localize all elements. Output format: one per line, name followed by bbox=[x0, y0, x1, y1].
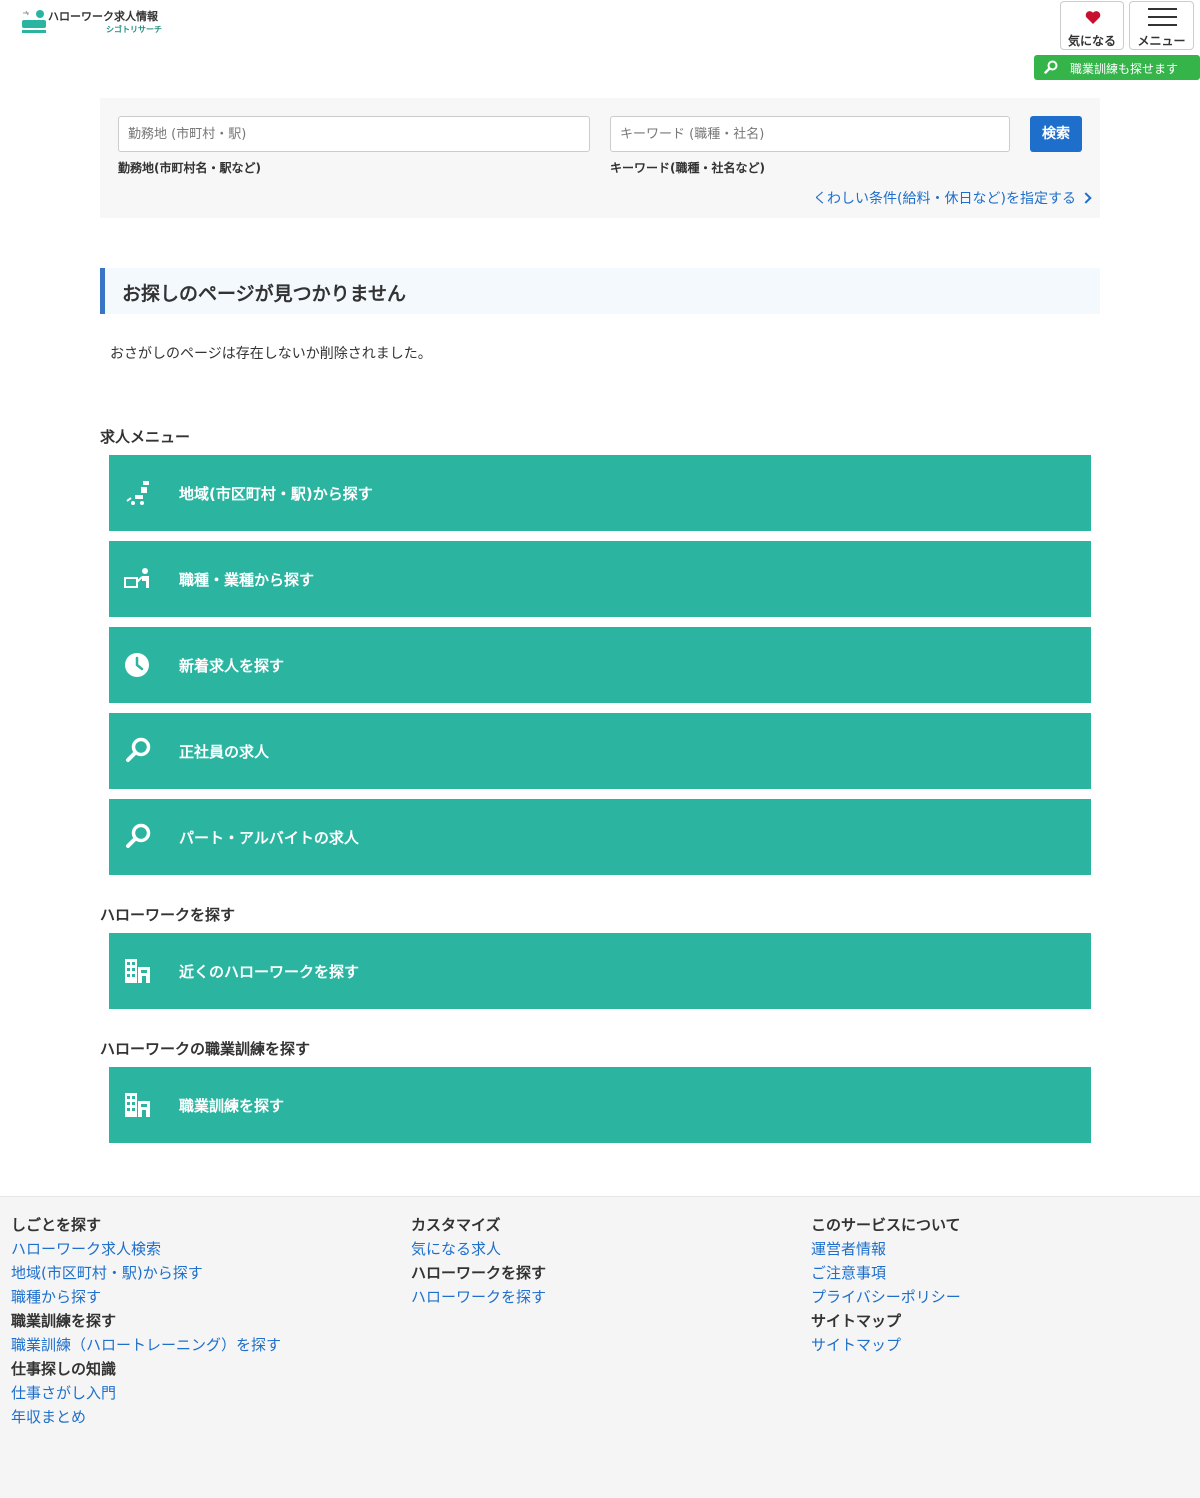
keyword-hint: キーワード(職種・社名など) bbox=[610, 161, 765, 175]
footer-link[interactable]: プライバシーポリシー bbox=[811, 1285, 961, 1309]
footer-column-jobs: しごとを探す ハローワーク求人検索 地域(市区町村・駅)から探す 職種から探す … bbox=[11, 1213, 281, 1429]
training-section-title: ハローワークの職業訓練を探す bbox=[100, 1040, 311, 1058]
footer-link[interactable]: 地域(市区町村・駅)から探す bbox=[11, 1261, 281, 1285]
menu-item-training[interactable]: 職業訓練を探す bbox=[109, 1067, 1091, 1143]
search-button[interactable]: 検索 bbox=[1030, 116, 1082, 152]
footer-link[interactable]: 気になる求人 bbox=[411, 1237, 546, 1261]
clock-icon bbox=[125, 653, 149, 677]
menu-button[interactable]: メニュー bbox=[1129, 1, 1194, 50]
job-menu-title: 求人メニュー bbox=[100, 428, 191, 446]
worker-icon bbox=[124, 568, 149, 588]
search-panel: 勤務地(市町村名・駅など) キーワード(職種・社名など) 検索 くわしい条件(給… bbox=[100, 98, 1100, 218]
detailed-conditions-label: くわしい条件(給料・休日など)を指定する bbox=[813, 191, 1076, 207]
menu-item-label: 職種・業種から探す bbox=[179, 571, 315, 589]
search-icon bbox=[126, 737, 151, 762]
footer-heading: カスタマイズ bbox=[411, 1216, 501, 1234]
footer-heading: しごとを探す bbox=[11, 1216, 102, 1234]
footer-heading: サイトマップ bbox=[811, 1312, 902, 1330]
menu-item-label: 職業訓練を探す bbox=[179, 1097, 285, 1115]
footer-column-about: このサービスについて 運営者情報 ご注意事項 プライバシーポリシー サイトマップ… bbox=[811, 1213, 961, 1357]
footer-heading: このサービスについて bbox=[811, 1216, 961, 1234]
site-logo[interactable]: ハローワーク求人情報 シゴトリサーチ bbox=[20, 6, 180, 40]
footer-link[interactable]: 年収まとめ bbox=[11, 1405, 281, 1429]
training-search-label: 職業訓練も探せます bbox=[1070, 62, 1179, 76]
hamburger-icon bbox=[1148, 8, 1177, 26]
menu-item-area[interactable]: 地域(市区町村・駅)から探す bbox=[109, 455, 1091, 531]
menu-item-label: 正社員の求人 bbox=[179, 743, 270, 761]
menu-item-label: 地域(市区町村・駅)から探す bbox=[179, 485, 373, 503]
footer-link[interactable]: 職種から探す bbox=[11, 1285, 281, 1309]
footer-link[interactable]: 仕事さがし入門 bbox=[11, 1381, 281, 1405]
map-pin-icon bbox=[126, 481, 149, 505]
menu-item-label: 近くのハローワークを探す bbox=[179, 963, 360, 981]
keyword-input[interactable] bbox=[610, 116, 1010, 152]
menu-item-new-jobs[interactable]: 新着求人を探す bbox=[109, 627, 1091, 703]
logo-icon bbox=[22, 10, 46, 33]
menu-item-nearby-hellowork[interactable]: 近くのハローワークを探す bbox=[109, 933, 1091, 1009]
footer-link[interactable]: 職業訓練（ハロートレーニング）を探す bbox=[11, 1333, 281, 1357]
favorites-label: 気になる bbox=[1067, 34, 1116, 48]
search-icon bbox=[126, 823, 151, 848]
building-icon bbox=[125, 1093, 150, 1117]
logo-subtitle: シゴトリサーチ bbox=[106, 25, 162, 34]
footer-heading: 職業訓練を探す bbox=[11, 1312, 117, 1330]
hellowork-section-title: ハローワークを探す bbox=[100, 906, 236, 924]
menu-item-label: 新着求人を探す bbox=[179, 657, 285, 675]
chevron-right-icon bbox=[1080, 192, 1092, 204]
page-title: お探しのページが見つかりません bbox=[122, 283, 407, 305]
menu-item-label: パート・アルバイトの求人 bbox=[179, 829, 359, 847]
menu-item-occupation[interactable]: 職種・業種から探す bbox=[109, 541, 1091, 617]
search-icon bbox=[1044, 60, 1058, 74]
area-input[interactable] bbox=[118, 116, 590, 152]
menu-item-parttime[interactable]: パート・アルバイトの求人 bbox=[109, 799, 1091, 875]
menu-item-fulltime[interactable]: 正社員の求人 bbox=[109, 713, 1091, 789]
footer-link[interactable]: サイトマップ bbox=[811, 1333, 961, 1357]
footer-link[interactable]: 運営者情報 bbox=[811, 1237, 961, 1261]
footer-heading: 仕事探しの知識 bbox=[11, 1360, 117, 1378]
not-found-header: お探しのページが見つかりません bbox=[100, 268, 1100, 314]
not-found-message: おさがしのページは存在しないか削除されました。 bbox=[110, 346, 432, 362]
training-search-button[interactable]: 職業訓練も探せます bbox=[1034, 55, 1200, 80]
footer-link[interactable]: ご注意事項 bbox=[811, 1261, 961, 1285]
footer-link[interactable]: ハローワークを探す bbox=[411, 1285, 546, 1309]
footer-link[interactable]: ハローワーク求人検索 bbox=[11, 1237, 281, 1261]
favorites-button[interactable]: 気になる bbox=[1060, 1, 1124, 50]
building-icon bbox=[125, 959, 150, 983]
logo-title: ハローワーク求人情報 bbox=[48, 10, 158, 23]
footer: しごとを探す ハローワーク求人検索 地域(市区町村・駅)から探す 職種から探す … bbox=[0, 1196, 1200, 1498]
footer-column-customize: カスタマイズ 気になる求人 ハローワークを探す ハローワークを探す bbox=[411, 1213, 546, 1309]
area-hint: 勤務地(市町村名・駅など) bbox=[118, 161, 261, 175]
footer-heading: ハローワークを探す bbox=[411, 1264, 547, 1282]
detailed-conditions-link[interactable]: くわしい条件(給料・休日など)を指定する bbox=[813, 188, 1092, 208]
menu-label: メニュー bbox=[1137, 34, 1186, 48]
heart-icon bbox=[1085, 11, 1101, 24]
